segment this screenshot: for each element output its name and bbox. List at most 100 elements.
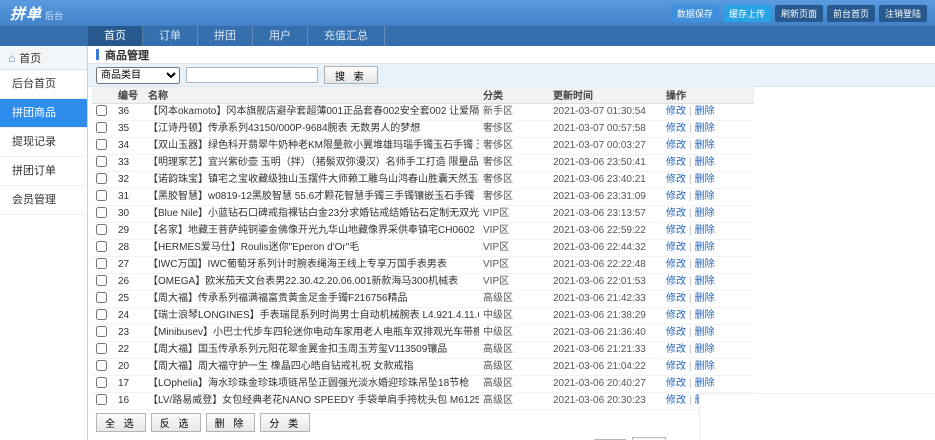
row-category: VIP区 xyxy=(479,273,549,290)
delete-link[interactable]: 删除 xyxy=(695,106,715,117)
edit-link[interactable]: 修改 xyxy=(666,361,686,372)
batch-button[interactable]: 反 选 xyxy=(151,413,201,432)
row-name: 【双山玉器】绿色科开翡翠牛奶种老KM限量款小翼堆雄玛瑙手镯玉石手镯 玉石正品 xyxy=(144,137,479,154)
row-name: 【LV/路易威登】女包经典老花NANO SPEEDY 手袋单肩手挎枕头包 M61… xyxy=(144,392,479,409)
row-checkbox[interactable] xyxy=(96,122,107,133)
row-checkbox[interactable] xyxy=(96,394,107,405)
delete-link[interactable]: 删除 xyxy=(695,310,715,321)
header-action-button[interactable]: 数据保存 xyxy=(671,5,719,22)
row-operations: 修改|删除 xyxy=(662,358,754,375)
row-checkbox[interactable] xyxy=(96,224,107,235)
batch-button[interactable]: 全 选 xyxy=(96,413,146,432)
row-name: 【HERMES爱马仕】Roulis迷你"Eperon d'Or"毛 xyxy=(144,239,479,256)
row-checkbox[interactable] xyxy=(96,258,107,269)
nav-tab[interactable]: 拼团 xyxy=(198,26,253,46)
row-category: VIP区 xyxy=(479,239,549,256)
delete-link[interactable]: 删除 xyxy=(695,242,715,253)
edit-link[interactable]: 修改 xyxy=(666,123,686,134)
nav-tab[interactable]: 用户 xyxy=(253,26,308,46)
row-updated: 2021-03-06 20:30:23 xyxy=(549,392,662,409)
row-checkbox[interactable] xyxy=(96,360,107,371)
row-checkbox[interactable] xyxy=(96,139,107,150)
sidebar-item[interactable]: 拼团商品 xyxy=(0,99,87,128)
row-checkbox[interactable] xyxy=(96,309,107,320)
batch-button[interactable]: 分 类 xyxy=(260,413,310,432)
delete-link[interactable]: 删除 xyxy=(695,276,715,287)
row-checkbox[interactable] xyxy=(96,156,107,167)
sidebar-item[interactable]: 拼团订单 xyxy=(0,157,87,186)
edit-link[interactable]: 修改 xyxy=(666,191,686,202)
search-button[interactable]: 搜 索 xyxy=(324,66,378,84)
edit-link[interactable]: 修改 xyxy=(666,157,686,168)
row-checkbox[interactable] xyxy=(96,105,107,116)
delete-link[interactable]: 删除 xyxy=(695,378,715,389)
nav-tab[interactable]: 充值汇总 xyxy=(308,26,385,46)
row-checkbox[interactable] xyxy=(96,190,107,201)
delete-link[interactable]: 删除 xyxy=(695,344,715,355)
edit-link[interactable]: 修改 xyxy=(666,310,686,321)
header-actions: 数据保存缓存上传刷新页面前台首页注销登陆 xyxy=(671,5,927,22)
row-checkbox-cell xyxy=(92,341,114,358)
row-checkbox-cell xyxy=(92,205,114,222)
row-category: 高级区 xyxy=(479,290,549,307)
row-checkbox[interactable] xyxy=(96,326,107,337)
delete-link[interactable]: 删除 xyxy=(695,259,715,270)
delete-link[interactable]: 删除 xyxy=(695,327,715,338)
edit-link[interactable]: 修改 xyxy=(666,293,686,304)
row-operations: 修改|删除 xyxy=(662,205,754,222)
delete-link[interactable]: 删除 xyxy=(695,140,715,151)
row-checkbox[interactable] xyxy=(96,275,107,286)
operation-separator: | xyxy=(689,293,692,304)
header-action-button[interactable]: 前台首页 xyxy=(827,5,875,22)
batch-button[interactable]: 删 除 xyxy=(206,413,256,432)
row-checkbox[interactable] xyxy=(96,292,107,303)
row-checkbox[interactable] xyxy=(96,207,107,218)
edit-link[interactable]: 修改 xyxy=(666,242,686,253)
jump-button[interactable]: 跳转 xyxy=(632,437,666,440)
row-checkbox[interactable] xyxy=(96,343,107,354)
sidebar-item[interactable]: 后台首页 xyxy=(0,70,87,99)
row-checkbox-cell xyxy=(92,324,114,341)
row-id: 20 xyxy=(114,358,144,375)
delete-link[interactable]: 删除 xyxy=(695,225,715,236)
edit-link[interactable]: 修改 xyxy=(666,327,686,338)
search-input[interactable] xyxy=(186,67,318,83)
header-action-button[interactable]: 注销登陆 xyxy=(879,5,927,22)
edit-link[interactable]: 修改 xyxy=(666,378,686,389)
edit-link[interactable]: 修改 xyxy=(666,208,686,219)
row-checkbox-cell xyxy=(92,137,114,154)
nav-tab[interactable]: 首页 xyxy=(88,26,143,46)
row-category: VIP区 xyxy=(479,205,549,222)
row-name: 【冈本okamoto】冈本旗舰店避孕套超薄001正品套春002安全套002 让爱… xyxy=(144,103,479,120)
delete-link[interactable]: 删除 xyxy=(695,123,715,134)
sidebar-item[interactable]: 会员管理 xyxy=(0,186,87,215)
operation-separator: | xyxy=(689,361,692,372)
edit-link[interactable]: 修改 xyxy=(666,259,686,270)
edit-link[interactable]: 修改 xyxy=(666,395,686,406)
row-checkbox-cell xyxy=(92,256,114,273)
category-select[interactable]: 商品类目 xyxy=(96,67,180,84)
header-action-button[interactable]: 缓存上传 xyxy=(723,5,771,22)
delete-link[interactable]: 删除 xyxy=(695,157,715,168)
edit-link[interactable]: 修改 xyxy=(666,174,686,185)
delete-link[interactable]: 删除 xyxy=(695,174,715,185)
delete-link[interactable]: 删除 xyxy=(695,293,715,304)
edit-link[interactable]: 修改 xyxy=(666,344,686,355)
edit-link[interactable]: 修改 xyxy=(666,106,686,117)
edit-link[interactable]: 修改 xyxy=(666,225,686,236)
nav-tab[interactable]: 订单 xyxy=(143,26,198,46)
row-checkbox[interactable] xyxy=(96,173,107,184)
delete-link[interactable]: 删除 xyxy=(695,191,715,202)
header-action-button[interactable]: 刷新页面 xyxy=(775,5,823,22)
row-category: 高级区 xyxy=(479,341,549,358)
row-checkbox[interactable] xyxy=(96,377,107,388)
edit-link[interactable]: 修改 xyxy=(666,140,686,151)
sidebar-item[interactable]: 提现记录 xyxy=(0,128,87,157)
row-checkbox-cell xyxy=(92,120,114,137)
delete-link[interactable]: 删除 xyxy=(695,208,715,219)
row-id: 27 xyxy=(114,256,144,273)
delete-link[interactable]: 删除 xyxy=(695,361,715,372)
row-checkbox[interactable] xyxy=(96,241,107,252)
edit-link[interactable]: 修改 xyxy=(666,276,686,287)
row-updated: 2021-03-06 21:21:33 xyxy=(549,341,662,358)
